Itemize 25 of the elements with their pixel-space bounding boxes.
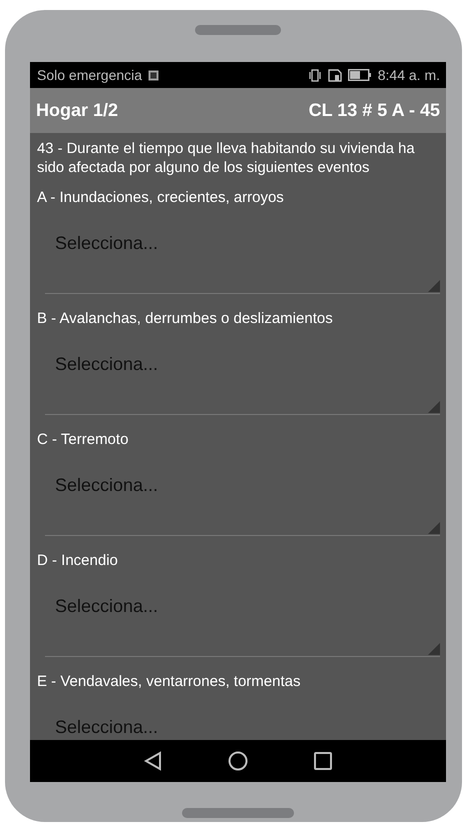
- sim-card-icon: [328, 68, 342, 82]
- dropdown-corner-icon: [428, 401, 440, 413]
- home-icon[interactable]: [228, 751, 248, 771]
- event-label: B - Avalanchas, derrumbes o deslizamientos: [37, 309, 334, 329]
- dropdown-field[interactable]: Selecciona...: [45, 464, 440, 536]
- recents-icon[interactable]: [314, 752, 332, 770]
- event-label: C - Terremoto: [37, 430, 130, 450]
- dropdown-field[interactable]: Selecciona...: [45, 222, 440, 294]
- battery-icon: [348, 69, 372, 81]
- image-icon: [148, 70, 160, 80]
- dropdown-corner-icon: [428, 522, 440, 534]
- event-label: E - Vendavales, ventarrones, tormentas: [37, 672, 302, 692]
- back-icon[interactable]: [144, 751, 162, 771]
- vibrate-icon: [308, 68, 322, 82]
- event-label: A - Inundaciones, crecientes, arroyos: [37, 188, 285, 208]
- event-label: D - Incendio: [37, 551, 119, 571]
- dropdown-corner-icon: [428, 280, 440, 292]
- dropdown-field[interactable]: Selecciona...: [45, 343, 440, 415]
- dropdown-corner-icon: [428, 643, 440, 655]
- clock-text: 8:44 a. m.: [378, 67, 440, 83]
- question-text: 43 - Durante el tiempo que lleva habitando su vivienda ha sido afectada por alguno de los siguientes eventos: [37, 140, 416, 178]
- carrier-text: Solo emergencia: [37, 67, 142, 83]
- address-text: CL 13 # 5 A - 45: [308, 100, 440, 121]
- dropdown-field[interactable]: Selecciona...: [45, 585, 440, 657]
- household-title: Hogar 1/2: [36, 100, 118, 121]
